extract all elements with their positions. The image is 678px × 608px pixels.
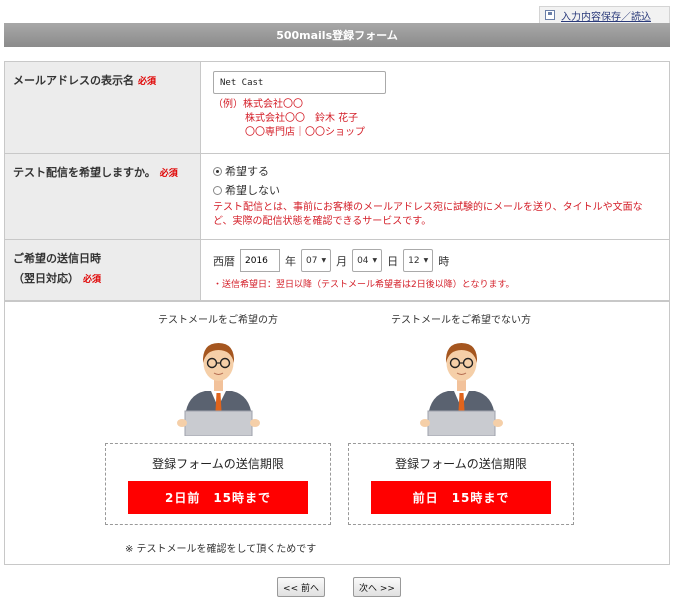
day-select[interactable]: 04 ▼ <box>352 249 383 272</box>
floppy-disk-icon <box>545 10 555 20</box>
month-value: 07 <box>306 255 318 266</box>
send-date-label-cell: ご希望の送信日時 （翌日対応） 必須 <box>4 239 201 302</box>
year-input[interactable] <box>240 249 280 272</box>
without-test-title: テストメールをご希望でない方 <box>391 315 531 326</box>
desc-line-1: テスト配信とは、事前にお客様のメールアドレス宛に試験的にメールを送り、タイトルや… <box>213 202 643 213</box>
chevron-down-icon: ▼ <box>423 257 429 264</box>
businessman-laptop-icon <box>171 333 266 437</box>
display-name-label: メールアドレスの表示名 <box>13 74 134 87</box>
page-navigation: << 前へ 次へ >> <box>0 577 678 597</box>
radio-yes-label: 希望する <box>225 165 269 178</box>
date-selector: 西暦 年 07▼ 月 04▼ 日 12▼ 時 <box>213 249 657 272</box>
row-send-date: ご希望の送信日時 （翌日対応）必須 西暦 年 07▼ 月 04▼ 日 12▼ 時… <box>4 239 670 302</box>
example-3: 〇〇専門店｜〇〇ショップ <box>245 127 365 138</box>
hour-value: 12 <box>408 255 420 266</box>
save-load-link[interactable]: 入力内容保存／読込 <box>539 6 670 23</box>
form-header: 500mails登録フォーム <box>4 23 670 47</box>
example-1: 株式会社〇〇 <box>243 99 303 110</box>
radio-option-no[interactable]: 希望しない <box>213 182 657 198</box>
example-prefix: （例） <box>213 99 243 110</box>
with-test-title: テストメールをご希望の方 <box>158 315 278 326</box>
radio-option-yes[interactable]: 希望する <box>213 163 657 179</box>
test-delivery-field-cell: 希望する 希望しない テスト配信とは、事前にお客様のメールアドレス宛に試験的にメ… <box>200 153 670 240</box>
desc-line-2: ど、実際の配信状態を確認できるサービスです。 <box>213 216 432 227</box>
chevron-down-icon: ▼ <box>372 257 378 264</box>
prev-button[interactable]: << 前へ <box>277 577 325 597</box>
example-2: 株式会社〇〇 鈴木 花子 <box>245 113 359 124</box>
required-badge: 必須 <box>159 169 178 179</box>
chevron-down-icon: ▼ <box>321 257 327 264</box>
required-badge: 必須 <box>138 77 157 87</box>
send-date-field-cell: 西暦 年 07▼ 月 04▼ 日 12▼ 時 ・送信希望日：翌日以降（テストメー… <box>200 239 670 302</box>
era-label: 西暦 <box>213 254 235 268</box>
row-display-name: メールアドレスの表示名必須 （例）株式会社〇〇 株式会社〇〇 鈴木 花子 〇〇専… <box>4 61 670 154</box>
with-test-column: テストメールをご希望の方 登録フォームの送信期限 2日前 15時まで <box>105 301 331 525</box>
hour-unit: 時 <box>438 254 450 268</box>
businessman-laptop-icon <box>414 333 509 437</box>
without-test-deadline-box: 登録フォームの送信期限 前日 15時まで <box>348 443 574 525</box>
save-load-label: 入力内容保存／読込 <box>561 11 651 23</box>
display-name-label-cell: メールアドレスの表示名 必須 <box>4 61 201 154</box>
with-test-deadline-box: 登録フォームの送信期限 2日前 15時まで <box>105 443 331 525</box>
without-test-deadline: 前日 15時まで <box>371 481 551 514</box>
month-unit: 月 <box>336 254 348 268</box>
radio-no-icon[interactable] <box>213 185 222 195</box>
send-date-label: ご希望の送信日時 <box>13 252 101 265</box>
test-delivery-label: テスト配信を希望しますか。 <box>13 166 156 179</box>
without-test-column: テストメールをご希望でない方 登録フォームの送信期限 前日 15時まで <box>348 301 574 525</box>
without-test-box-title: 登録フォームの送信期限 <box>395 457 527 471</box>
with-test-box-title: 登録フォームの送信期限 <box>152 457 284 471</box>
next-button[interactable]: 次へ >> <box>353 577 401 597</box>
deadline-footnote: ※ テストメールを確認をして頂くためです <box>125 544 317 555</box>
send-date-label-sub: （翌日対応） <box>13 272 79 285</box>
radio-no-label: 希望しない <box>225 184 280 197</box>
test-delivery-label-cell: テスト配信を希望しますか。 必須 <box>4 153 201 240</box>
send-date-note: ・送信希望日：翌日以降（テストメール希望者は2日後以降）となります。 <box>213 280 515 290</box>
display-name-examples: （例）株式会社〇〇 株式会社〇〇 鈴木 花子 〇〇専門店｜〇〇ショップ <box>213 98 657 140</box>
test-delivery-description: テスト配信とは、事前にお客様のメールアドレス宛に試験的にメールを送り、タイトルや… <box>213 201 657 229</box>
form-title: 500mails登録フォーム <box>276 29 398 42</box>
display-name-input[interactable] <box>213 71 386 94</box>
day-unit: 日 <box>387 254 399 268</box>
year-unit: 年 <box>285 254 296 268</box>
month-select[interactable]: 07 ▼ <box>301 249 332 272</box>
row-test-delivery: テスト配信を希望しますか。 必須 希望する 希望しない テスト配信とは、事前にお客… <box>4 153 670 240</box>
radio-yes-icon[interactable] <box>213 166 222 176</box>
display-name-field-cell: （例）株式会社〇〇 株式会社〇〇 鈴木 花子 〇〇専門店｜〇〇ショップ <box>200 61 670 154</box>
with-test-deadline: 2日前 15時まで <box>128 481 308 514</box>
deadline-info-panel: テストメールをご希望の方 登録フォームの送信期限 2日前 15時まで テストメー… <box>4 300 670 565</box>
required-badge: 必須 <box>83 275 102 285</box>
hour-select[interactable]: 12 ▼ <box>403 249 434 272</box>
form-table: メールアドレスの表示名必須 （例）株式会社〇〇 株式会社〇〇 鈴木 花子 〇〇専… <box>4 61 670 302</box>
day-value: 04 <box>357 255 369 266</box>
